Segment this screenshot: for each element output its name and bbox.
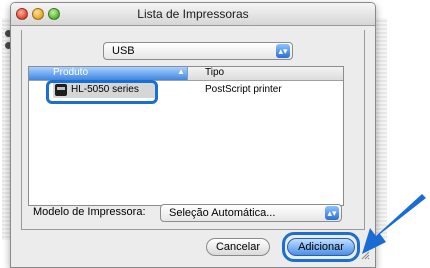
printer-model-popup[interactable]: Seleção Automática... ▴▾ [160, 204, 342, 222]
cancel-button[interactable]: Cancelar [206, 238, 270, 256]
title-bar[interactable]: Lista de Impressoras [11, 3, 375, 26]
printer-model-value: Seleção Automática... [169, 207, 276, 219]
resize-grip-icon[interactable] [360, 250, 370, 260]
sort-ascending-icon: ▲ [177, 67, 185, 76]
window-title: Lista de Impressoras [137, 7, 249, 21]
printer-model-label: Modelo de Impressora: [33, 206, 146, 218]
connection-type-popup[interactable]: USB ▴▾ [103, 42, 293, 60]
popup-arrows-icon: ▴▾ [276, 44, 290, 58]
column-header-produto[interactable]: Produto ▲ [29, 67, 188, 80]
column-header-tipo[interactable]: Tipo [205, 67, 224, 78]
add-button-highlight-outline [282, 232, 360, 262]
column-header-produto-label: Produto [53, 67, 89, 78]
popup-arrows-icon: ▴▾ [325, 206, 339, 220]
connection-type-value: USB [112, 45, 135, 57]
printer-type: PostScript printer [205, 84, 282, 95]
printer-highlight-outline [46, 80, 158, 104]
table-header: Produto ▲ Tipo [29, 67, 343, 81]
